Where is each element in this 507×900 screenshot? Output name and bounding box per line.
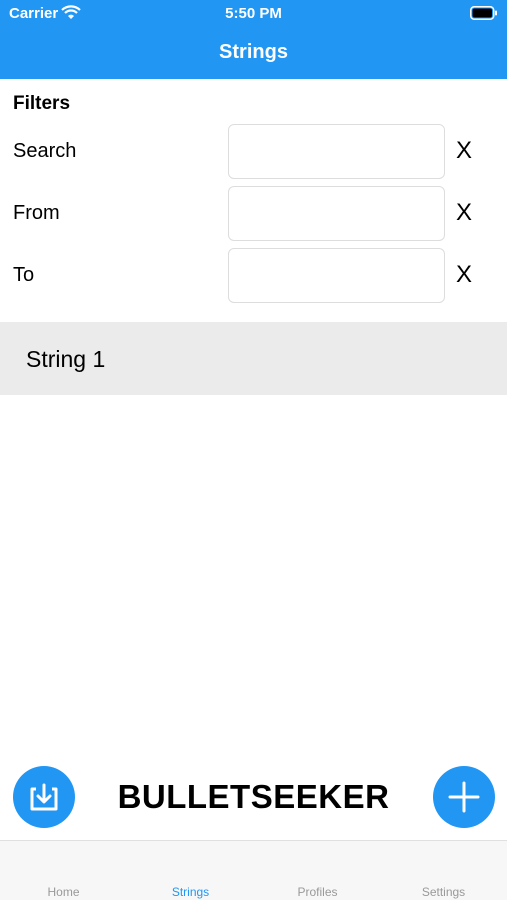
clear-from-button[interactable]: X <box>456 200 472 226</box>
filter-row-from: From X <box>0 186 507 242</box>
from-input[interactable] <box>228 186 445 241</box>
to-label: To <box>13 264 35 286</box>
brand-logo-text: BULLETSEEKER <box>117 778 390 815</box>
strings-list: String 1 <box>0 322 507 395</box>
clear-to-button[interactable]: X <box>456 262 472 288</box>
clear-search-button[interactable]: X <box>456 138 472 164</box>
search-input[interactable] <box>228 124 445 179</box>
battery-icon <box>470 6 497 20</box>
status-bar: Carrier 5:50 PM <box>0 0 507 28</box>
filter-row-to: To X <box>0 248 507 304</box>
filter-row-search: Search X <box>0 124 507 180</box>
add-button[interactable] <box>433 766 495 828</box>
to-input[interactable] <box>228 248 445 303</box>
page-title: Strings <box>219 41 288 63</box>
tab-bar: Home Strings Profiles Settings <box>0 840 507 900</box>
clock: 5:50 PM <box>225 5 282 22</box>
list-item[interactable]: String 1 <box>0 322 507 395</box>
tab-settings[interactable]: Settings <box>380 885 507 899</box>
tab-profiles[interactable]: Profiles <box>254 885 381 899</box>
filters-heading: Filters <box>13 93 71 114</box>
search-label: Search <box>13 140 77 162</box>
tab-strings[interactable]: Strings <box>127 885 254 899</box>
tab-home[interactable]: Home <box>0 885 127 899</box>
header: Carrier 5:50 PM Strings <box>0 0 507 79</box>
list-item-label: String 1 <box>26 346 106 372</box>
from-label: From <box>13 202 60 224</box>
plus-icon <box>448 781 480 813</box>
